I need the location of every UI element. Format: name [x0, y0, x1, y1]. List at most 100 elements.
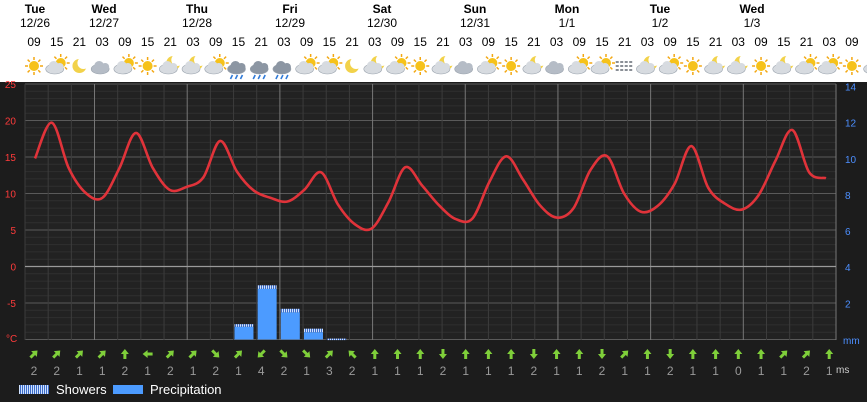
wind-arrow-shape — [643, 349, 652, 359]
precipitation-bar — [257, 288, 277, 340]
wind-arrow — [120, 349, 129, 359]
moon-cut — [350, 57, 363, 69]
wind-arrow-shape — [461, 349, 470, 359]
wind-arrow-shape — [211, 349, 220, 358]
wind-arrow — [302, 349, 311, 358]
wind-arrow — [575, 349, 584, 359]
wind-arrow — [188, 350, 197, 359]
sun-icon — [683, 57, 702, 75]
showers-bar — [303, 328, 323, 333]
hour-label: 15 — [323, 35, 337, 49]
wind-arrow — [643, 349, 652, 359]
wind-arrow-shape — [165, 350, 174, 359]
sun-icon — [25, 57, 43, 75]
hour-label: 15 — [777, 35, 791, 49]
wind-unit-label: ms — [836, 365, 849, 376]
wind-arrow — [529, 349, 538, 359]
cloud-puff — [578, 63, 587, 71]
wind-speed-label: 2 — [122, 364, 129, 378]
hour-label: 03 — [277, 35, 291, 49]
wind-arrow — [552, 349, 561, 359]
wind-speed-label: 1 — [758, 364, 765, 378]
sun-icon — [411, 57, 430, 75]
wind-speed-label: 1 — [485, 364, 492, 378]
wind-arrow-shape — [779, 350, 788, 359]
showers-bar — [280, 308, 300, 313]
sun-icon — [502, 57, 521, 75]
wind-speed-label: 1 — [417, 364, 424, 378]
y-left-tick-label: -5 — [7, 299, 16, 310]
hour-label: 09 — [482, 35, 496, 49]
wind-speed-label: 1 — [621, 364, 628, 378]
hour-label: 09 — [391, 35, 405, 49]
day-weekday-label: Fri — [282, 2, 297, 16]
hour-label: 15 — [50, 35, 64, 49]
day-weekday-label: Mon — [555, 2, 580, 16]
cloud-puff — [487, 63, 496, 71]
showers-bar — [327, 338, 347, 341]
hour-label: 03 — [459, 35, 473, 49]
y-left-tick-label: 25 — [5, 80, 17, 91]
cloud-puff — [532, 63, 541, 71]
wind-arrow — [711, 349, 720, 359]
wind-speed-label: 2 — [440, 364, 447, 378]
sun-disc — [415, 61, 426, 71]
y-left-tick-label: 0 — [10, 263, 16, 274]
cloud-puff — [396, 63, 405, 71]
wind-arrow — [688, 349, 697, 359]
day-weekday-label: Tue — [650, 2, 671, 16]
wind-arrow-shape — [233, 350, 243, 359]
day-date-label: 12/26 — [20, 16, 50, 30]
wind-arrow — [598, 349, 606, 359]
wind-arrow-shape — [438, 349, 447, 359]
wind-arrow-shape — [507, 349, 516, 359]
hour-label: 21 — [436, 35, 450, 49]
showers-bar — [257, 285, 277, 289]
wind-arrow — [348, 350, 357, 359]
cloud-puff — [101, 63, 110, 71]
hour-label: 21 — [618, 35, 632, 49]
wind-speed-label: 1 — [780, 364, 787, 378]
hour-label: 15 — [595, 35, 609, 49]
hour-label: 15 — [141, 35, 155, 49]
legend-precipitation: Precipitation — [113, 380, 222, 398]
y-left-tick-label: 10 — [5, 190, 17, 201]
cloud-puff — [373, 63, 382, 71]
day-weekday-label: Thu — [186, 2, 208, 16]
wind-speed-label: 2 — [53, 364, 60, 378]
hour-label: 03 — [732, 35, 746, 49]
day-weekday-label: Tue — [25, 2, 46, 16]
sun-disc — [506, 61, 517, 71]
wind-arrow-shape — [142, 350, 153, 358]
day-weekday-label: Sat — [373, 2, 392, 16]
cloud-puff — [305, 63, 314, 71]
cloud-puff — [646, 63, 655, 71]
wind-speed-label: 2 — [31, 364, 38, 378]
hour-label: 09 — [27, 35, 41, 49]
day-date-label: 12/29 — [275, 16, 305, 30]
precipitation-bar — [234, 326, 254, 340]
cloud-puff — [192, 63, 201, 71]
day-date-label: 1/2 — [652, 16, 669, 30]
wind-arrow — [484, 349, 493, 359]
wind-arrow — [757, 349, 766, 359]
sun-icon — [752, 57, 771, 75]
y-left-tick-label: 15 — [5, 153, 17, 164]
cloud-puff — [714, 63, 723, 71]
wind-arrow — [257, 349, 266, 358]
legend-precipitation-swatch — [113, 384, 143, 394]
wind-arrow — [461, 349, 470, 359]
day-date-label: 12/31 — [460, 16, 490, 30]
wind-arrow — [779, 350, 788, 359]
wind-arrow — [370, 349, 379, 359]
wind-arrow — [416, 349, 425, 359]
y-right-tick-label: 12 — [845, 119, 857, 130]
legend-precipitation-label: Precipitation — [150, 381, 222, 397]
wind-arrow — [97, 350, 106, 359]
sun-disc — [687, 61, 698, 71]
hour-label: 21 — [709, 35, 723, 49]
hour-label: 15 — [232, 35, 246, 49]
wind-arrow-shape — [757, 349, 766, 359]
wind-speed-label: 1 — [712, 364, 719, 378]
hour-label: 21 — [255, 35, 269, 49]
